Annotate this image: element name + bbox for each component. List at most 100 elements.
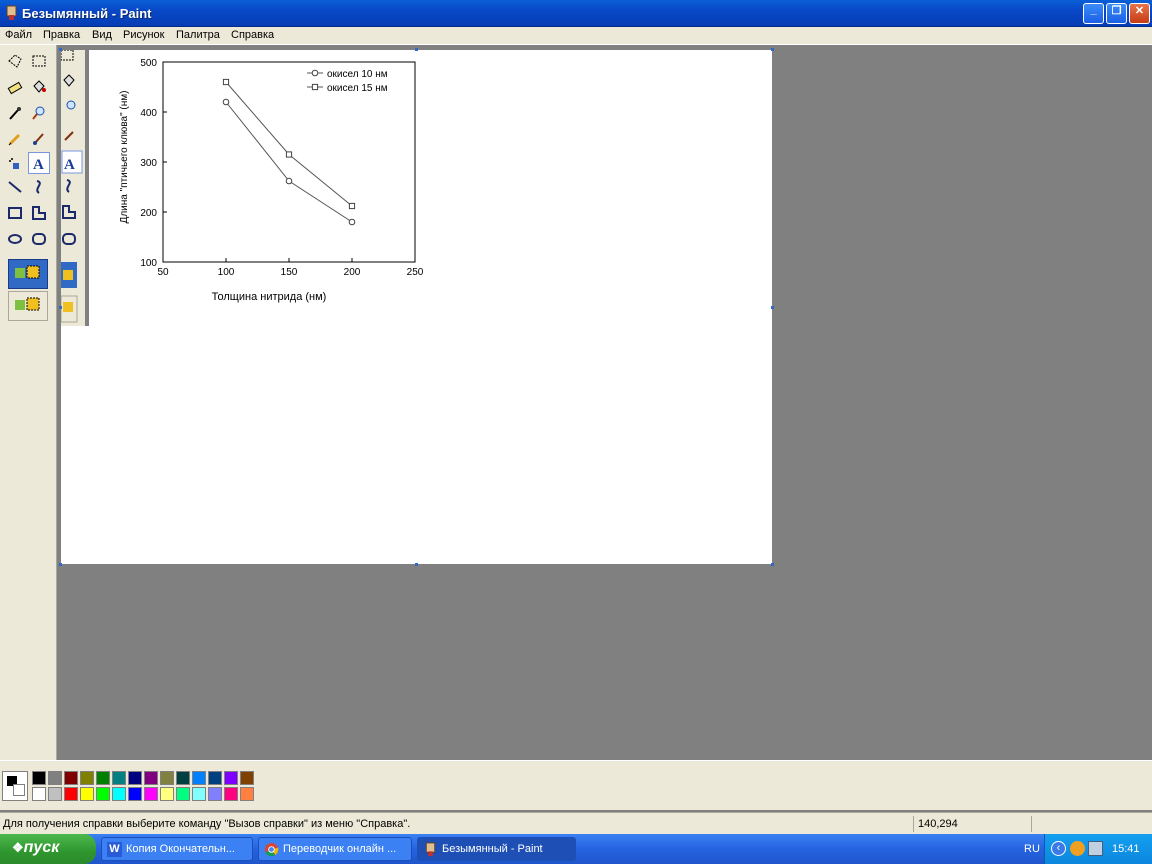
series-line — [225, 81, 353, 207]
data-point — [222, 98, 230, 106]
palette-swatch[interactable] — [208, 787, 222, 801]
curve-tool-icon[interactable] — [28, 176, 50, 198]
x-tick-label: 50 — [157, 267, 169, 278]
resize-handle[interactable] — [59, 306, 62, 309]
minimize-button[interactable]: _ — [1083, 3, 1104, 24]
status-bar: Для получения справки выберите команду "… — [0, 812, 1152, 834]
taskbar-item-label: Безымянный - Paint — [442, 843, 543, 855]
palette-swatch[interactable] — [176, 771, 190, 785]
data-point — [222, 78, 230, 86]
language-indicator[interactable]: RU — [1024, 843, 1040, 855]
maximize-button[interactable]: ❐ — [1106, 3, 1127, 24]
menu-help[interactable]: Справка — [231, 29, 274, 41]
resize-handle[interactable] — [415, 48, 418, 51]
eraser-icon[interactable] — [4, 76, 26, 98]
rounded-rect-tool-icon[interactable] — [28, 228, 50, 250]
menu-edit[interactable]: Правка — [43, 29, 80, 41]
palette-swatch[interactable] — [224, 771, 238, 785]
rect-select-icon[interactable] — [28, 50, 50, 72]
palette-swatch[interactable] — [96, 787, 110, 801]
palette-swatch[interactable] — [80, 771, 94, 785]
pasted-toolbar-icons: A — [60, 49, 89, 326]
menu-view[interactable]: Вид — [92, 29, 112, 41]
resize-handle[interactable] — [771, 48, 774, 51]
menu-image[interactable]: Рисунок — [123, 29, 165, 41]
show-hidden-icons-button[interactable]: ‹ — [1051, 841, 1066, 856]
palette-swatch[interactable] — [144, 787, 158, 801]
chrome-icon — [264, 842, 279, 857]
palette-swatch[interactable] — [240, 771, 254, 785]
drawing-canvas[interactable]: A 50 100 150 200 250 100 200 300 400 500 Толщина н… — [60, 49, 772, 564]
toolbox: A — [0, 45, 57, 760]
palette-swatch[interactable] — [208, 771, 222, 785]
start-button[interactable]: ❖пуск — [0, 834, 96, 864]
palette-swatch[interactable] — [48, 787, 62, 801]
palette-swatch[interactable] — [160, 771, 174, 785]
pasted-toolbar-fragment: A — [60, 49, 89, 326]
status-coordinates: 140,294 — [913, 816, 1030, 832]
network-icon[interactable] — [1088, 841, 1103, 856]
palette-swatch[interactable] — [112, 787, 126, 801]
palette-swatch[interactable] — [64, 787, 78, 801]
palette-swatch[interactable] — [160, 787, 174, 801]
opaque-mode-icon[interactable] — [8, 259, 48, 289]
pencil-icon[interactable] — [4, 128, 26, 150]
y-tick-label: 400 — [140, 108, 157, 119]
resize-handle[interactable] — [771, 563, 774, 566]
color-picker-icon[interactable] — [4, 102, 26, 124]
status-help-text: Для получения справки выберите команду "… — [3, 818, 411, 830]
resize-handle[interactable] — [771, 306, 774, 309]
clock[interactable]: 15:41 — [1112, 843, 1140, 855]
magnifier-icon[interactable] — [28, 102, 50, 124]
rectangle-tool-icon[interactable] — [4, 202, 26, 224]
menu-bar: Файл Правка Вид Рисунок Палитра Справка — [0, 27, 1152, 45]
palette-swatch[interactable] — [64, 771, 78, 785]
taskbar-item-word[interactable]: W Копия Окончательн... — [101, 837, 253, 861]
palette-swatch[interactable] — [176, 787, 190, 801]
windows-flag-icon: ❖ — [12, 840, 24, 855]
legend-label: окисел 15 нм — [327, 83, 388, 94]
palette-swatch[interactable] — [192, 787, 206, 801]
text-tool-icon[interactable]: A — [28, 152, 50, 174]
current-colors[interactable] — [2, 771, 28, 801]
palette-swatch[interactable] — [144, 771, 158, 785]
tray-app-icon[interactable] — [1070, 841, 1085, 856]
palette-swatch[interactable] — [80, 787, 94, 801]
close-button[interactable]: ✕ — [1129, 3, 1150, 24]
paint-app-icon — [6, 5, 17, 20]
palette-swatch[interactable] — [128, 787, 142, 801]
y-tick-label: 200 — [140, 208, 157, 219]
transparent-mode-icon[interactable] — [8, 291, 48, 321]
airbrush-icon[interactable] — [4, 154, 26, 176]
ellipse-tool-icon[interactable] — [4, 228, 26, 250]
legend-marker — [311, 83, 319, 91]
taskbar-item-label: Переводчик онлайн ... — [283, 843, 397, 855]
resize-handle[interactable] — [59, 48, 62, 51]
resize-handle[interactable] — [59, 563, 62, 566]
palette-swatch[interactable] — [32, 787, 46, 801]
palette-swatch[interactable] — [48, 771, 62, 785]
taskbar-item-paint[interactable]: Безымянный - Paint — [417, 837, 576, 861]
free-select-icon[interactable] — [4, 50, 26, 72]
svg-text:A: A — [64, 157, 75, 173]
chart: 50 100 150 200 250100200300400500Толщина нит… — [119, 58, 424, 303]
fill-bucket-icon[interactable] — [28, 76, 50, 98]
palette-swatch[interactable] — [128, 771, 142, 785]
palette-swatch[interactable] — [96, 771, 110, 785]
taskbar-item-chrome[interactable]: Переводчик онлайн ... — [258, 837, 412, 861]
palette-swatch[interactable] — [192, 771, 206, 785]
y-tick-label: 300 — [140, 158, 157, 169]
polygon-tool-icon[interactable] — [28, 202, 50, 224]
menu-file[interactable]: Файл — [5, 29, 32, 41]
palette-swatch[interactable] — [224, 787, 238, 801]
palette-swatch[interactable] — [32, 771, 46, 785]
line-tool-icon[interactable] — [4, 176, 26, 198]
x-tick-label: 250 — [407, 267, 424, 278]
resize-handle[interactable] — [415, 563, 418, 566]
palette-swatch[interactable] — [112, 771, 126, 785]
brush-icon[interactable] — [28, 128, 50, 150]
palette-swatch[interactable] — [240, 787, 254, 801]
menu-colors[interactable]: Палитра — [176, 29, 220, 41]
legend-marker — [311, 69, 319, 77]
y-tick-label: 500 — [140, 58, 157, 69]
